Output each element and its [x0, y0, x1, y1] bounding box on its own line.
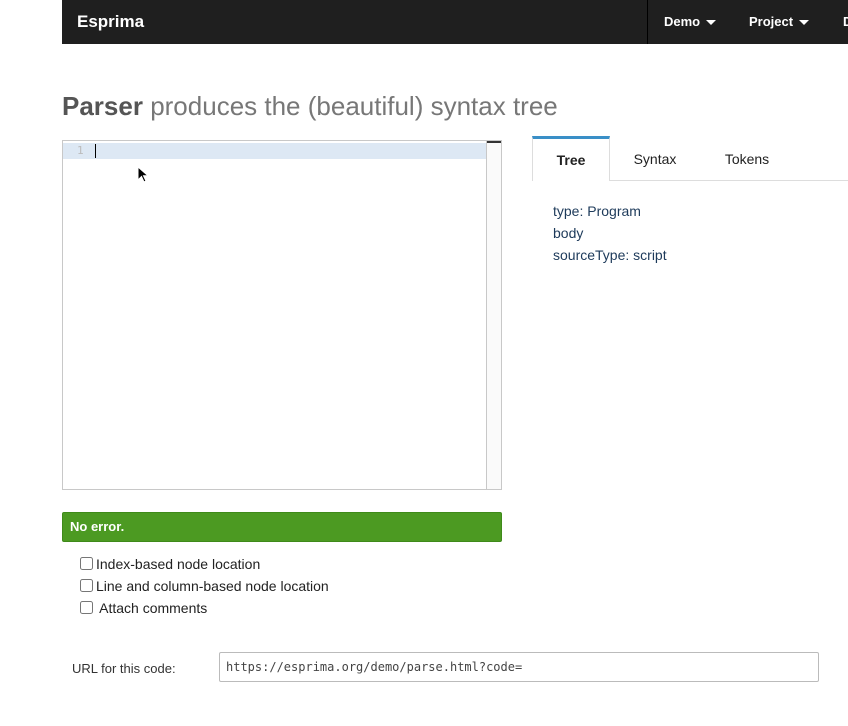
page-title-rest: produces the (beautiful) syntax tree [142, 91, 558, 121]
option-label: Index-based node location [96, 556, 261, 572]
status-badge: No error. [62, 512, 502, 542]
chevron-down-icon [799, 20, 810, 26]
option-line-column-location[interactable]: Line and column-based node location [80, 578, 329, 594]
status-text: No error. [70, 519, 125, 534]
top-navbar: Esprima Demo Project D [62, 0, 848, 44]
output-tabs: Tree Syntax Tokens [532, 136, 848, 181]
option-label: Attach comments [96, 600, 208, 616]
tree-node[interactable]: type: Program [553, 203, 667, 225]
option-attach-comments[interactable]: Attach comments [80, 600, 207, 616]
scrollbar-thumb[interactable] [487, 141, 501, 143]
nav-demo-label: Demo [664, 14, 701, 29]
tab-syntax[interactable]: Syntax [620, 136, 690, 180]
nav-project-label: Project [749, 14, 794, 29]
nav-docs-menu[interactable]: D [843, 14, 848, 29]
line-number: 1 [77, 144, 84, 157]
page-title-strong: Parser [62, 91, 143, 121]
attach-comments-checkbox[interactable] [80, 601, 93, 614]
tree-node[interactable]: sourceType: script [553, 247, 667, 269]
nav-divider [647, 0, 648, 44]
url-label: URL for this code: [72, 661, 176, 676]
url-field[interactable] [219, 652, 819, 682]
tab-tokens[interactable]: Tokens [712, 136, 782, 180]
page-title: Parser produces the (beautiful) syntax t… [62, 90, 558, 122]
active-line-highlight [63, 143, 488, 159]
editor-scrollbar[interactable] [486, 141, 501, 489]
tab-tree[interactable]: Tree [532, 136, 610, 181]
nav-docs-label: D [843, 14, 848, 29]
chevron-down-icon [706, 20, 717, 26]
code-editor[interactable]: 1 [62, 140, 502, 490]
mouse-pointer-icon [137, 166, 149, 183]
tree-node[interactable]: body [553, 225, 667, 247]
option-index-location[interactable]: Index-based node location [80, 556, 260, 572]
option-label: Line and column-based node location [96, 578, 329, 594]
nav-demo-menu[interactable]: Demo [664, 14, 717, 29]
line-column-checkbox[interactable] [80, 579, 93, 592]
text-cursor [95, 144, 96, 158]
syntax-tree-output: type: Program body sourceType: script [553, 203, 667, 269]
nav-project-menu[interactable]: Project [749, 14, 810, 29]
index-location-checkbox[interactable] [80, 557, 93, 570]
brand-logo[interactable]: Esprima [77, 12, 144, 32]
